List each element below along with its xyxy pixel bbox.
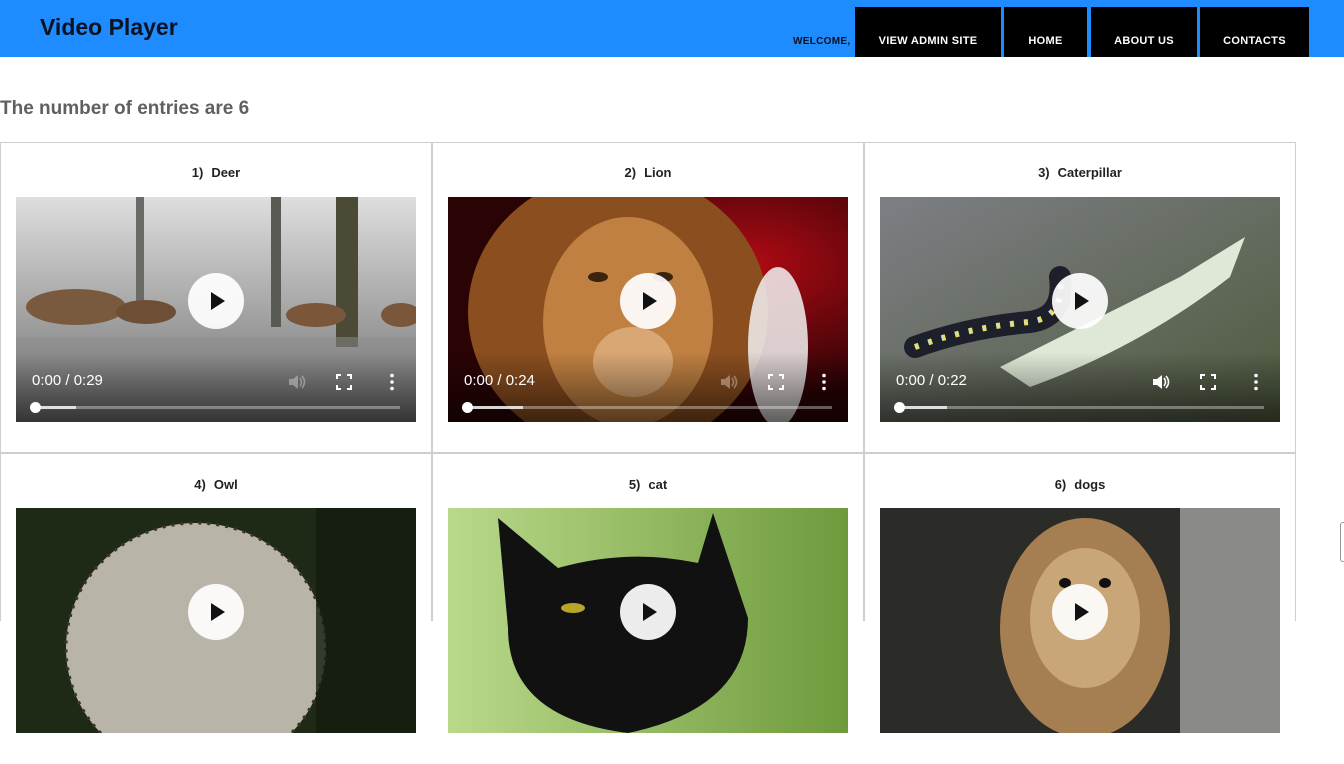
progress-track[interactable] [30, 402, 400, 413]
video-time: 0:00 / 0:22 [896, 372, 967, 389]
video-name: Caterpillar [1057, 165, 1122, 180]
video-title: 1) Deer [0, 165, 432, 180]
buffer-bar [36, 406, 76, 409]
video-number: 6) [1054, 477, 1067, 492]
video-name: dogs [1074, 477, 1106, 492]
progress-handle[interactable] [894, 402, 905, 413]
progress-track[interactable] [462, 402, 832, 413]
video-name: Owl [213, 477, 238, 492]
video-player[interactable]: 0:00 / 0:22 [880, 197, 1280, 422]
video-card: 1) Deer 0:00 / 0:29 [0, 142, 432, 453]
video-title: 3) Caterpillar [864, 165, 1296, 180]
nav-home[interactable]: HOME [1004, 7, 1087, 57]
play-icon[interactable] [188, 584, 244, 640]
fullscreen-icon[interactable] [336, 374, 352, 390]
play-icon[interactable] [1052, 273, 1108, 329]
video-time: 0:00 / 0:24 [464, 372, 535, 389]
site-title[interactable]: Video Player [40, 14, 178, 41]
top-navbar: Video Player WELCOME, VIEW ADMIN SITE HO… [0, 0, 1344, 57]
video-card: 3) Caterpillar 0:00 / 0:22 [864, 142, 1296, 453]
nav-about-us[interactable]: ABOUT US [1091, 7, 1197, 57]
video-name: Lion [644, 165, 672, 180]
video-title: 5) cat [432, 477, 864, 492]
more-vertical-icon[interactable] [818, 373, 830, 391]
video-title: 4) Owl [0, 477, 432, 492]
nav-view-admin-site[interactable]: VIEW ADMIN SITE [855, 7, 1001, 57]
video-time: 0:00 / 0:29 [32, 372, 103, 389]
welcome-text: WELCOME, [793, 36, 851, 47]
video-title: 6) dogs [864, 477, 1296, 492]
play-icon[interactable] [1052, 584, 1108, 640]
volume-icon[interactable] [1152, 374, 1170, 390]
more-vertical-icon[interactable] [386, 373, 398, 391]
scrollbar-thumb[interactable] [1340, 522, 1344, 562]
video-player[interactable]: 0:00 / 0:24 [448, 197, 848, 422]
video-number: 2) [624, 165, 637, 180]
fullscreen-icon[interactable] [1200, 374, 1216, 390]
progress-track[interactable] [894, 402, 1264, 413]
progress-handle[interactable] [462, 402, 473, 413]
entries-count: The number of entries are 6 [0, 98, 250, 119]
fullscreen-icon[interactable] [768, 374, 784, 390]
video-number: 5) [628, 477, 641, 492]
video-number: 3) [1038, 165, 1050, 180]
video-card: 6) dogs [864, 453, 1296, 764]
video-title: 2) Lion [432, 165, 864, 180]
buffer-bar [900, 406, 947, 409]
volume-icon[interactable] [720, 374, 738, 390]
video-card: 2) Lion 0:00 / 0:24 [432, 142, 864, 453]
video-name: Deer [211, 165, 241, 180]
video-card: 4) Owl [0, 453, 432, 764]
video-card: 5) cat [432, 453, 864, 764]
buffer-bar [468, 406, 523, 409]
progress-handle[interactable] [30, 402, 41, 413]
video-player[interactable]: 0:00 / 0:29 [16, 197, 416, 422]
play-icon[interactable] [188, 273, 244, 329]
volume-icon[interactable] [288, 374, 306, 390]
video-number: 4) [194, 477, 206, 492]
video-number: 1) [191, 165, 204, 180]
more-vertical-icon[interactable] [1250, 373, 1262, 391]
play-icon[interactable] [620, 584, 676, 640]
play-icon[interactable] [620, 273, 676, 329]
nav-contacts[interactable]: CONTACTS [1200, 7, 1309, 57]
video-name: cat [648, 477, 668, 492]
